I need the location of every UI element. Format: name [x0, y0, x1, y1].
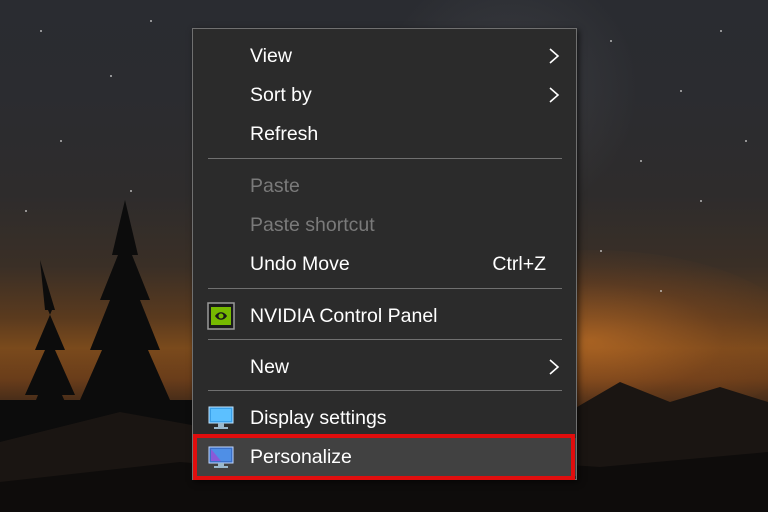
menu-separator	[208, 288, 562, 289]
menu-item-view[interactable]: View	[193, 37, 576, 75]
star	[610, 40, 612, 42]
menu-item-new[interactable]: New	[193, 348, 576, 386]
menu-item-label: Personalize	[250, 445, 352, 468]
star	[680, 90, 682, 92]
personalize-icon	[208, 446, 234, 468]
star	[150, 20, 152, 22]
star	[720, 30, 722, 32]
menu-item-label: View	[250, 44, 292, 67]
menu-item-label: Refresh	[250, 122, 319, 145]
menu-item-undo-move[interactable]: Undo Move Ctrl+Z	[193, 245, 576, 283]
menu-separator	[208, 390, 562, 391]
shortcut-label: Ctrl+Z	[492, 252, 546, 275]
menu-item-label: Sort by	[250, 83, 312, 106]
star	[700, 200, 702, 202]
star	[600, 250, 602, 252]
menu-item-personalize[interactable]: Personalize	[193, 438, 576, 476]
star	[110, 75, 112, 77]
menu-item-paste: Paste	[193, 167, 576, 205]
chevron-right-icon	[549, 359, 560, 375]
menu-item-label: Paste shortcut	[250, 213, 375, 236]
desktop-wallpaper[interactable]: View Sort by Refresh Paste Paste shortcu…	[0, 0, 768, 512]
menu-item-display-settings[interactable]: Display settings	[193, 399, 576, 437]
nvidia-icon	[207, 302, 235, 330]
chevron-right-icon	[549, 87, 560, 103]
menu-separator	[208, 158, 562, 159]
menu-item-label: Undo Move	[250, 252, 350, 275]
star	[130, 190, 132, 192]
menu-item-sort-by[interactable]: Sort by	[193, 76, 576, 114]
star	[640, 160, 642, 162]
star	[660, 290, 662, 292]
menu-item-label: Paste	[250, 174, 300, 197]
menu-item-nvidia-control-panel[interactable]: NVIDIA Control Panel	[193, 297, 576, 335]
chevron-right-icon	[549, 48, 560, 64]
menu-item-label: New	[250, 355, 290, 378]
menu-item-refresh[interactable]: Refresh	[193, 115, 576, 153]
star	[745, 140, 747, 142]
star	[60, 140, 62, 142]
menu-separator	[208, 339, 562, 340]
star	[40, 30, 42, 32]
monitor-icon	[208, 406, 234, 429]
menu-item-label: NVIDIA Control Panel	[250, 304, 438, 327]
menu-item-label: Display settings	[250, 406, 387, 429]
desktop-context-menu: View Sort by Refresh Paste Paste shortcu…	[192, 28, 577, 480]
menu-item-paste-shortcut: Paste shortcut	[193, 206, 576, 244]
